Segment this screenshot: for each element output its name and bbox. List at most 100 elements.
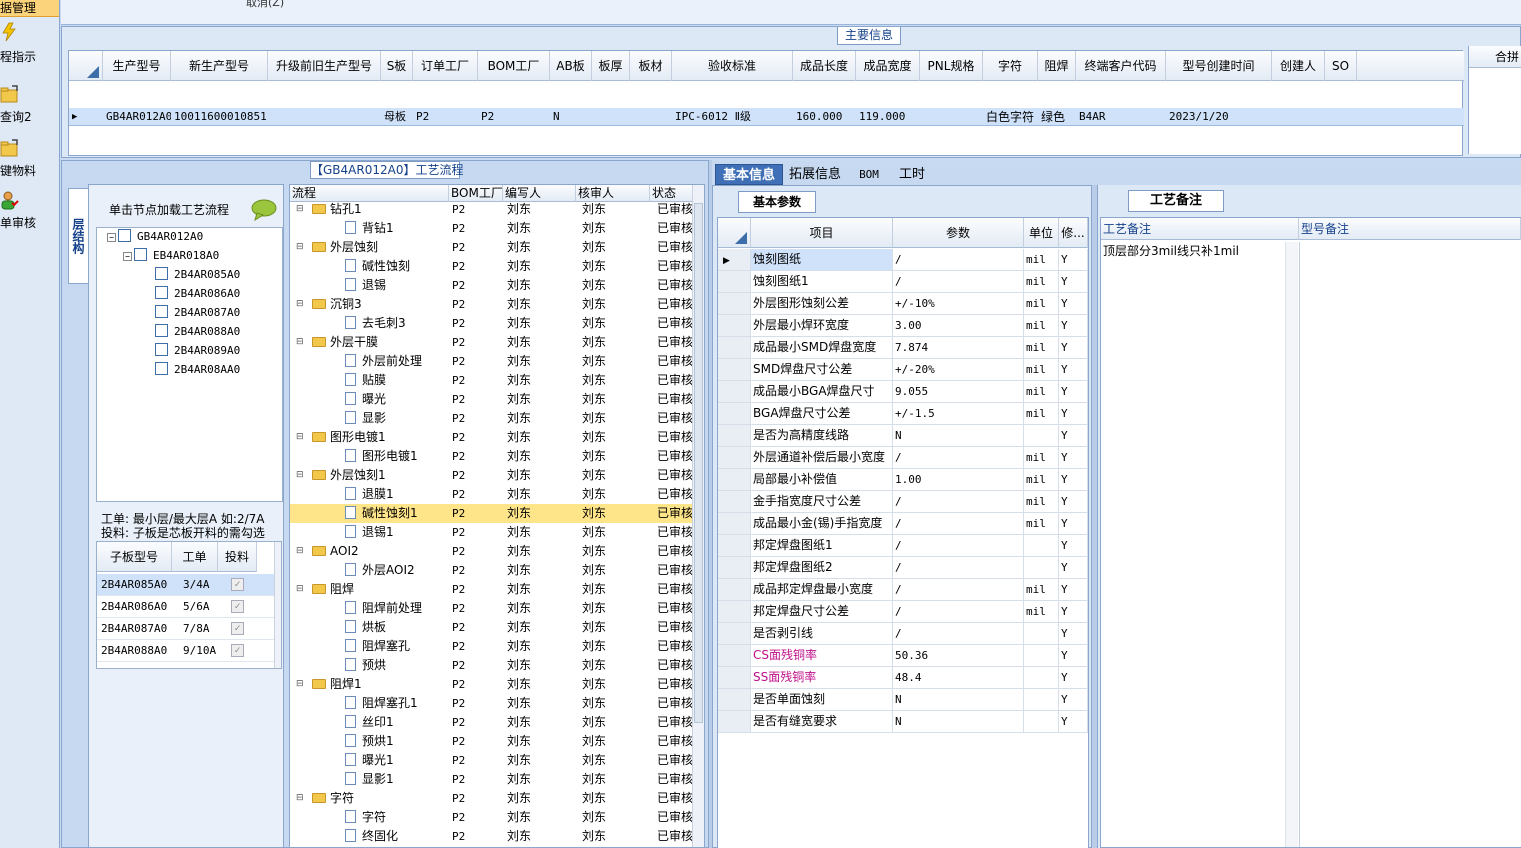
- col-header[interactable]: 工艺备注: [1101, 218, 1299, 240]
- param-value[interactable]: 7.874: [893, 337, 1024, 358]
- cell-width[interactable]: 119.000: [856, 108, 920, 126]
- collapse-icon[interactable]: −: [107, 233, 116, 242]
- process-row[interactable]: 退锡 P2 刘东 刘东 已审核: [290, 276, 694, 295]
- process-row[interactable]: ⊟ 字符 P2 刘东 刘东 已审核: [290, 789, 694, 808]
- process-row[interactable]: 贴膜 P2 刘东 刘东 已审核: [290, 371, 694, 390]
- table-row[interactable]: 2B4AR087A0 7/8A ✓: [97, 618, 277, 640]
- checkbox[interactable]: [155, 343, 168, 356]
- col-header[interactable]: 板材: [630, 51, 672, 81]
- cell-new-model[interactable]: 10011600010851: [171, 108, 268, 126]
- scrollbar[interactable]: [1285, 242, 1298, 847]
- param-row[interactable]: 金手指宽度尺寸公差 / mil Y: [718, 491, 1088, 513]
- param-row[interactable]: ▶ 蚀刻图纸 / mil Y: [718, 249, 1088, 271]
- process-row[interactable]: ⊟ 阻焊 P2 刘东 刘东 已审核: [290, 580, 694, 599]
- col-header[interactable]: 修...: [1059, 218, 1088, 248]
- collapse-icon[interactable]: ⊟: [296, 675, 308, 694]
- param-row[interactable]: 邦定焊盘图纸1/ Y: [718, 535, 1088, 557]
- col-header[interactable]: 成品长度: [793, 51, 856, 81]
- checkbox[interactable]: [155, 324, 168, 337]
- cell-material[interactable]: [630, 108, 672, 126]
- process-row[interactable]: ⊟ 沉铜3 P2 刘东 刘东 已审核: [290, 295, 694, 314]
- cell-created[interactable]: 2023/1/20: [1166, 108, 1272, 126]
- tree-node[interactable]: 2B4AR08AA0: [155, 361, 240, 379]
- col-header[interactable]: 订单工厂: [413, 51, 478, 81]
- cancel-button[interactable]: 取消(Z): [246, 0, 284, 10]
- process-row[interactable]: 外层AOI2 P2 刘东 刘东 已审核: [290, 561, 694, 580]
- param-value[interactable]: /: [893, 535, 1024, 556]
- nav-top-item[interactable]: 据管理: [0, 0, 59, 17]
- tab-extended-info[interactable]: 拓展信息: [786, 164, 844, 185]
- table-row[interactable]: 2B4AR085A0 3/4A ✓: [97, 574, 277, 596]
- process-row[interactable]: ⊟ 钻孔1 P2 刘东 刘东 已审核: [290, 200, 694, 219]
- process-row[interactable]: 字符 P2 刘东 刘东 已审核: [290, 808, 694, 827]
- col-header[interactable]: 投料: [218, 542, 257, 572]
- checkbox[interactable]: [155, 286, 168, 299]
- collapse-icon[interactable]: ⊟: [296, 333, 308, 352]
- param-value[interactable]: /: [893, 601, 1024, 622]
- param-value[interactable]: /: [893, 447, 1024, 468]
- process-row[interactable]: 终固化 P2 刘东 刘东 已审核: [290, 827, 694, 846]
- checkbox[interactable]: [134, 248, 147, 261]
- col-header[interactable]: BOM工厂: [478, 51, 550, 81]
- collapse-icon[interactable]: −: [123, 252, 132, 261]
- checkbox[interactable]: [155, 305, 168, 318]
- param-row[interactable]: 局部最小补偿值 1.00 mil Y: [718, 469, 1088, 491]
- col-header[interactable]: 升级前旧生产型号: [268, 51, 381, 81]
- col-header[interactable]: 生产型号: [103, 51, 171, 81]
- process-row[interactable]: 碱性蚀刻 P2 刘东 刘东 已审核: [290, 257, 694, 276]
- param-value[interactable]: +/-10%: [893, 293, 1024, 314]
- tab-work-hours[interactable]: 工时: [894, 164, 930, 185]
- cell-length[interactable]: 160.000: [793, 108, 856, 126]
- param-row[interactable]: 是否有缝宽要求 N Y: [718, 711, 1088, 733]
- col-header[interactable]: 验收标准: [672, 51, 793, 81]
- param-row[interactable]: 是否剥引线 / Y: [718, 623, 1088, 645]
- process-row[interactable]: 曝光 P2 刘东 刘东 已审核: [290, 390, 694, 409]
- cell-creator[interactable]: [1272, 108, 1325, 126]
- tab-basic-info[interactable]: 基本信息: [715, 164, 783, 185]
- col-header[interactable]: 子板型号: [97, 542, 172, 572]
- param-row[interactable]: 邦定焊盘图纸2/ Y: [718, 557, 1088, 579]
- process-row[interactable]: 阻焊塞孔 P2 刘东 刘东 已审核: [290, 637, 694, 656]
- table-row[interactable]: ▶ GB4AR012A0 10011600010851 母板 P2 P2 N I…: [69, 108, 1464, 126]
- col-header[interactable]: 终端客户代码: [1076, 51, 1166, 81]
- process-row[interactable]: 阻焊塞孔1 P2 刘东 刘东 已审核: [290, 694, 694, 713]
- tree-node[interactable]: 2B4AR089A0: [155, 342, 240, 360]
- basic-params-tab[interactable]: 基本参数: [738, 191, 816, 213]
- process-row[interactable]: 丝印1 P2 刘东 刘东 已审核: [290, 713, 694, 732]
- process-row[interactable]: 显影1 P2 刘东 刘东 已审核: [290, 770, 694, 789]
- nav-item-query2[interactable]: 查询2: [0, 84, 59, 124]
- col-header[interactable]: 型号创建时间: [1166, 51, 1272, 81]
- col-header[interactable]: 工单: [172, 542, 218, 572]
- process-row[interactable]: 碱性蚀刻1 P2 刘东 刘东 已审核: [290, 504, 694, 523]
- tab-bom[interactable]: BOM: [849, 164, 889, 185]
- col-header[interactable]: PNL规格: [920, 51, 983, 81]
- param-value[interactable]: /: [893, 513, 1024, 534]
- param-value[interactable]: /: [893, 623, 1024, 644]
- scroll-thumb[interactable]: [694, 203, 703, 723]
- param-row[interactable]: CS面残铜率 50.36 Y: [718, 645, 1088, 667]
- process-row[interactable]: 烘板 P2 刘东 刘东 已审核: [290, 618, 694, 637]
- process-row[interactable]: ⊟ 外层蚀刻 P2 刘东 刘东 已审核: [290, 238, 694, 257]
- param-value[interactable]: 1.00: [893, 469, 1024, 490]
- collapse-icon[interactable]: ⊟: [296, 789, 308, 808]
- vertical-splitter[interactable]: [1092, 185, 1097, 848]
- collapse-icon[interactable]: ⊟: [296, 542, 308, 561]
- param-row[interactable]: SS面残铜率 48.4 Y: [718, 667, 1088, 689]
- cell-bom-factory[interactable]: P2: [478, 108, 550, 126]
- process-row[interactable]: 预烘 P2 刘东 刘东 已审核: [290, 656, 694, 675]
- collapse-icon[interactable]: ⊟: [296, 428, 308, 447]
- param-value[interactable]: +/-1.5: [893, 403, 1024, 424]
- layer-structure-tab[interactable]: 层结构: [68, 188, 88, 284]
- cell-so[interactable]: [1325, 108, 1357, 126]
- tree-node[interactable]: − EB4AR018A0: [123, 247, 219, 265]
- process-row[interactable]: ⊟ 阻焊1 P2 刘东 刘东 已审核: [290, 675, 694, 694]
- cell-pnl[interactable]: [920, 108, 983, 126]
- param-row[interactable]: 邦定焊盘尺寸公差 / mil Y: [718, 601, 1088, 623]
- cell-prod-model[interactable]: GB4AR012A0: [103, 108, 171, 126]
- process-row[interactable]: 背钻1 P2 刘东 刘东 已审核: [290, 219, 694, 238]
- param-value[interactable]: 9.055: [893, 381, 1024, 402]
- process-row[interactable]: ⊟ 图形电镀1 P2 刘东 刘东 已审核: [290, 428, 694, 447]
- process-row[interactable]: ⊟ 外层蚀刻1 P2 刘东 刘东 已审核: [290, 466, 694, 485]
- process-scrollbar[interactable]: [692, 185, 704, 847]
- col-header[interactable]: 成品宽度: [856, 51, 920, 81]
